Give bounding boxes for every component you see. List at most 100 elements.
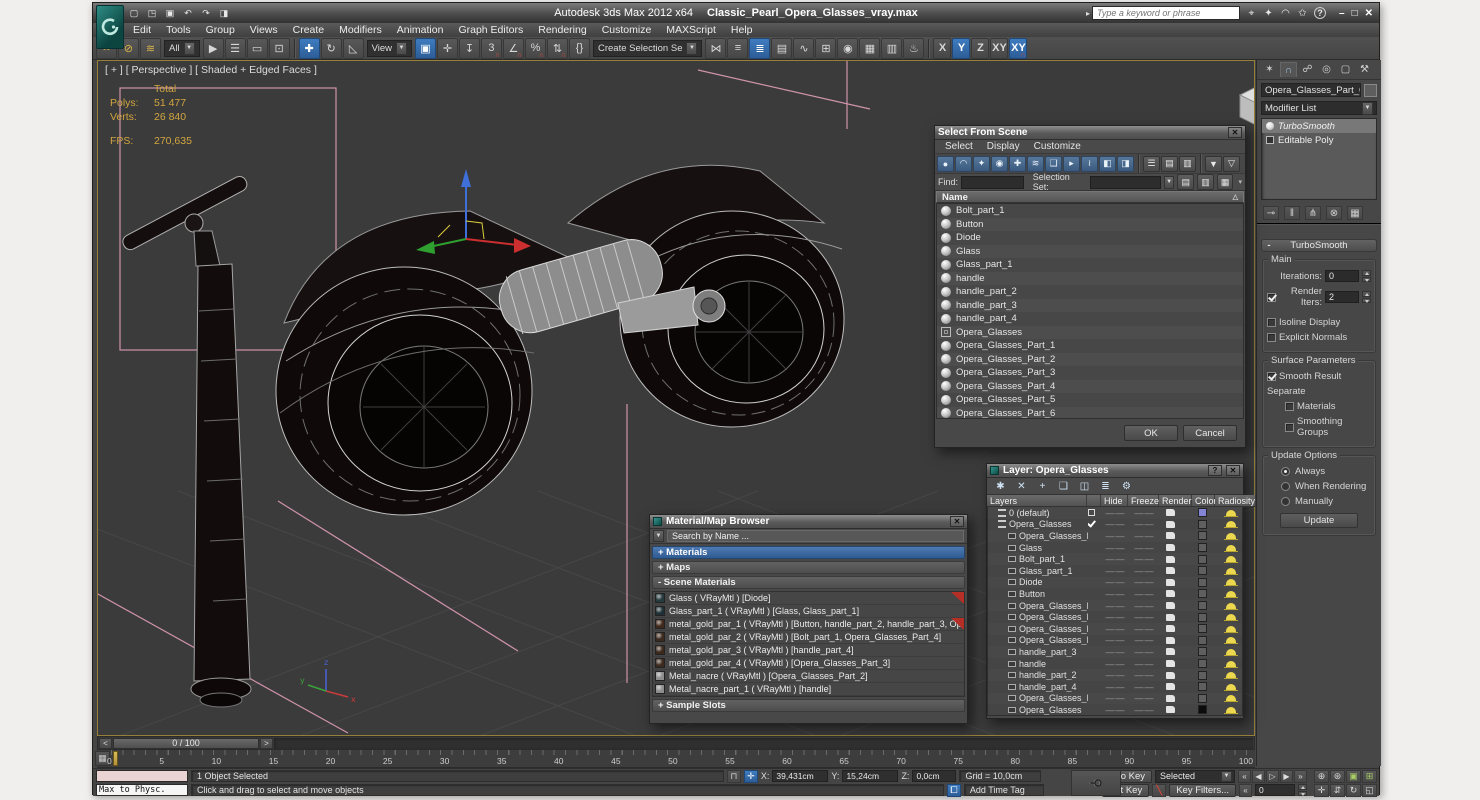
close-icon[interactable]: ✕ — [950, 516, 964, 527]
current-layer-mark[interactable] — [1088, 556, 1095, 563]
render-toggle-icon[interactable] — [1166, 672, 1175, 679]
named-selection-sets-button[interactable]: {} — [569, 38, 590, 59]
hide-all-layers-icon[interactable]: ≣ — [1098, 479, 1113, 493]
separate-materials-checkbox[interactable] — [1285, 402, 1294, 411]
menu-item[interactable]: Help — [731, 24, 753, 36]
dialog-title-bar[interactable]: Material/Map Browser ✕ — [650, 515, 967, 529]
radiosity-icon[interactable] — [1226, 568, 1236, 574]
freeze-toggle[interactable]: —— — [1129, 600, 1160, 612]
radiosity-icon[interactable] — [1226, 672, 1236, 678]
bind-to-space-warp-button[interactable]: ≋ — [140, 38, 161, 59]
minimize-button[interactable]: – — [1339, 8, 1345, 19]
axis-z-button[interactable]: Z — [971, 38, 989, 59]
list-item[interactable]: Opera_Glasses_Part_4 — [937, 380, 1243, 394]
axis-x-button[interactable]: X — [933, 38, 951, 59]
display-cameras-icon[interactable]: ◉ — [991, 156, 1008, 172]
table-row[interactable]: Glass —— —— — [988, 542, 1242, 554]
make-unique-icon[interactable]: ⋔ — [1305, 206, 1321, 220]
chevron-down-icon[interactable] — [1362, 102, 1373, 115]
render-production-button[interactable]: ♨ — [903, 38, 924, 59]
previous-frame-arrow[interactable]: < — [99, 738, 112, 749]
hide-toggle[interactable]: —— — [1102, 577, 1129, 589]
hide-toggle[interactable]: —— — [1102, 623, 1129, 635]
dialog-title-bar[interactable]: Layer: Opera_Glasses ? ✕ — [987, 464, 1243, 478]
update-option-radio[interactable]: Manually — [1281, 496, 1371, 507]
render-setup-button[interactable]: ▦ — [859, 38, 880, 59]
freeze-toggle[interactable]: —— — [1129, 565, 1160, 577]
current-layer-mark[interactable] — [1088, 532, 1095, 539]
freeze-toggle[interactable]: —— — [1129, 553, 1160, 565]
radiosity-icon[interactable] — [1226, 707, 1236, 713]
table-row[interactable]: Opera_Glasses_I —— —— — [988, 635, 1242, 647]
highlight-layer-icon[interactable]: ◫ — [1077, 479, 1092, 493]
table-row[interactable]: Opera_Glasses_I —— —— — [988, 530, 1242, 542]
freeze-toggle[interactable]: —— — [1129, 519, 1160, 531]
tab-hierarchy[interactable]: ☍ — [1299, 62, 1316, 77]
column-header[interactable]: Freeze — [1128, 495, 1159, 507]
iterations-field[interactable]: 0 — [1325, 270, 1359, 282]
render-toggle-icon[interactable] — [1166, 590, 1175, 597]
material-row[interactable]: metal_gold_par_4 ( VRayMtl ) [Opera_Glas… — [653, 657, 964, 670]
radiosity-icon[interactable] — [1226, 521, 1236, 527]
use-pivot-center-button[interactable]: ▣ — [415, 38, 436, 59]
freeze-toggle[interactable]: —— — [1129, 530, 1160, 542]
freeze-toggle[interactable]: —— — [1129, 507, 1160, 519]
list-item[interactable]: handle_part_4 — [937, 312, 1243, 326]
zoom-all-icon[interactable]: ⊛ — [1330, 770, 1345, 783]
layer-color-swatch[interactable] — [1198, 520, 1207, 529]
graphite-ribbon-button[interactable]: ▤ — [771, 38, 792, 59]
percent-snap-button[interactable]: % — [525, 38, 546, 59]
column-header[interactable]: Hide — [1101, 495, 1128, 507]
window-crossing-button[interactable]: ⊡ — [269, 38, 290, 59]
list-item[interactable]: handle — [937, 272, 1243, 286]
layer-color-swatch[interactable] — [1198, 671, 1207, 680]
radiosity-icon[interactable] — [1226, 510, 1236, 516]
scene-materials-section-bar[interactable]: - Scene Materials — [652, 576, 965, 589]
current-layer-mark[interactable] — [1088, 602, 1095, 609]
hide-toggle[interactable]: —— — [1102, 600, 1129, 612]
modifier-stack-row[interactable]: TurboSmooth — [1262, 119, 1376, 133]
material-row[interactable]: Glass ( VRayMtl ) [Diode] — [653, 592, 964, 605]
orbit-icon[interactable]: ↻ — [1346, 784, 1361, 797]
layer-color-swatch[interactable] — [1198, 531, 1207, 540]
table-row[interactable]: Opera_Glasses_I —— —— — [988, 623, 1242, 635]
current-layer-mark[interactable] — [1088, 648, 1095, 655]
column-view-icon[interactable]: ▤ — [1161, 156, 1178, 172]
remove-modifier-icon[interactable]: ⊗ — [1326, 206, 1342, 220]
display-space-warps-icon[interactable]: ≋ — [1027, 156, 1044, 172]
hide-toggle[interactable]: —— — [1102, 611, 1129, 623]
sample-slots-section-bar[interactable]: + Sample Slots — [652, 699, 965, 712]
menu-item[interactable]: Customize — [602, 24, 652, 36]
set-keys-big-button[interactable]: ⚲ — [1071, 770, 1121, 796]
name-column-header[interactable]: Name△ — [936, 191, 1244, 203]
go-to-start-button[interactable]: « — [1238, 770, 1251, 783]
dialog-menu-item[interactable]: Display — [987, 141, 1020, 152]
menu-item[interactable]: Rendering — [538, 24, 586, 36]
freeze-toggle[interactable]: —— — [1129, 542, 1160, 554]
list-item[interactable]: Diode — [937, 231, 1243, 245]
hide-toggle[interactable]: —— — [1102, 658, 1129, 670]
ok-button[interactable]: OK — [1124, 425, 1178, 441]
list-view-icon[interactable]: ☰ — [1143, 156, 1160, 172]
chevron-down-icon[interactable] — [686, 42, 697, 55]
save-selection-set-icon[interactable]: ▤ — [1177, 174, 1194, 190]
render-toggle-icon[interactable] — [1166, 567, 1175, 574]
update-button[interactable]: Update — [1280, 513, 1358, 528]
help-icon[interactable]: ? — [1208, 465, 1222, 476]
freeze-toggle[interactable]: —— — [1129, 623, 1160, 635]
render-toggle-icon[interactable] — [1166, 579, 1175, 586]
display-lights-icon[interactable]: ✦ — [973, 156, 990, 172]
render-iters-spinner[interactable] — [1362, 291, 1371, 303]
hide-toggle[interactable]: —— — [1102, 635, 1129, 647]
z-coordinate-field[interactable]: 0,0cm — [912, 770, 956, 782]
project-folder-icon[interactable]: ◨ — [217, 7, 231, 20]
menu-item[interactable]: Animation — [397, 24, 444, 36]
freeze-toggle[interactable]: —— — [1129, 681, 1160, 693]
radiosity-icon[interactable] — [1226, 637, 1236, 643]
radiosity-icon[interactable] — [1226, 603, 1236, 609]
material-row[interactable]: Glass_part_1 ( VRayMtl ) [Glass, Glass_p… — [653, 605, 964, 618]
layer-color-swatch[interactable] — [1198, 647, 1207, 656]
help-icon[interactable]: ? — [1314, 7, 1326, 19]
display-xrefs-icon[interactable]: ▸ — [1063, 156, 1080, 172]
snaps-toggle-button[interactable]: 3 — [481, 38, 502, 59]
